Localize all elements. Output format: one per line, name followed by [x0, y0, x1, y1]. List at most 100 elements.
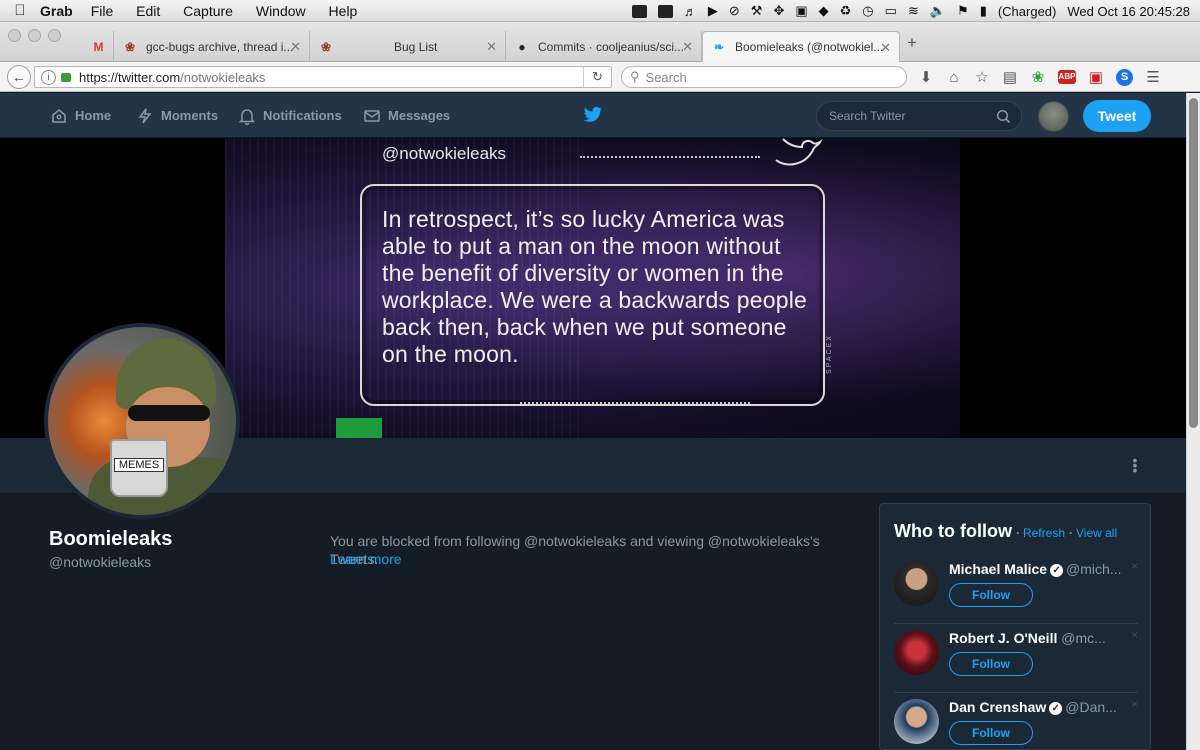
- twitter-nav: Home Moments Notifications Messages Sear…: [0, 93, 1186, 138]
- extension-badge-icon[interactable]: ▣: [1088, 68, 1104, 86]
- tab-gmail[interactable]: M: [84, 31, 114, 62]
- display-icon[interactable]: ▭: [885, 3, 897, 19]
- user-name: Robert J. O'Neill: [949, 630, 1058, 646]
- adblock-icon[interactable]: ABP: [1058, 70, 1076, 84]
- blocked-message: You are blocked from following @notwokie…: [330, 533, 820, 567]
- user-name-line[interactable]: Dan Crenshaw ✓ @Dan...: [949, 699, 1117, 715]
- search-icon[interactable]: [996, 109, 1011, 124]
- terminal-icon[interactable]: [631, 4, 647, 18]
- profile-main: Boomieleaks @notwokieleaks You are block…: [0, 494, 1186, 750]
- follow-button[interactable]: Follow: [949, 652, 1033, 676]
- profile-handle[interactable]: @notwokieleaks: [49, 554, 151, 570]
- dismiss-icon[interactable]: ×: [1131, 628, 1138, 642]
- flag-icon[interactable]: ⚑: [957, 3, 969, 19]
- hamburger-menu-icon[interactable]: ☰: [1145, 68, 1161, 86]
- lightning-icon: [138, 108, 152, 123]
- refresh-link[interactable]: Refresh: [1023, 526, 1065, 540]
- bookmark-star-icon[interactable]: ☆: [974, 68, 990, 86]
- close-tab-icon[interactable]: ✕: [682, 39, 693, 55]
- apple-icon[interactable]: : [0, 2, 40, 19]
- app-menu-grab[interactable]: Grab: [40, 3, 73, 19]
- separator: ·: [1069, 526, 1073, 540]
- wifi-icon[interactable]: ≋: [908, 3, 919, 19]
- zoom-window-button[interactable]: [48, 29, 61, 42]
- block-icon[interactable]: ⊘: [729, 3, 740, 19]
- suggested-user: Michael Malice ✓ @mich... × Follow: [894, 556, 1138, 624]
- new-tab-button[interactable]: +: [907, 33, 917, 53]
- nav-moments[interactable]: Moments: [136, 93, 218, 138]
- nav-messages[interactable]: Messages: [363, 93, 450, 138]
- banner-dots-bottom: [520, 402, 750, 404]
- more-options-icon[interactable]: • • •: [1130, 453, 1140, 477]
- user-avatar[interactable]: [894, 699, 939, 744]
- window-controls: [8, 29, 61, 42]
- learn-more-link[interactable]: Learn more: [330, 551, 402, 567]
- tab-bug-list[interactable]: ❀ Bug List ✕: [310, 31, 506, 62]
- banner-handle: @notwokieleaks: [382, 144, 507, 163]
- twitter-bird-outline-icon: [775, 138, 823, 166]
- close-window-button[interactable]: [8, 29, 21, 42]
- banner-dots-top: [580, 156, 760, 170]
- s-extension-icon[interactable]: S: [1116, 68, 1133, 86]
- tab-title: Boomieleaks (@notwokiel...: [735, 40, 884, 54]
- follow-button[interactable]: Follow: [949, 583, 1033, 607]
- puzzle-icon[interactable]: ❀: [1030, 68, 1046, 86]
- scrollbar-thumb[interactable]: [1189, 98, 1198, 428]
- reload-icon[interactable]: ↻: [583, 67, 611, 87]
- reader-icon[interactable]: ▤: [1002, 68, 1018, 86]
- close-tab-icon[interactable]: ✕: [486, 39, 497, 55]
- nav-home[interactable]: Home: [50, 93, 111, 138]
- twitter-search-placeholder: Search Twitter: [829, 109, 906, 123]
- menu-window[interactable]: Window: [256, 3, 306, 19]
- move-icon[interactable]: ✥: [773, 3, 784, 19]
- tab-twitter-active[interactable]: ❧ Boomieleaks (@notwokiel... ✕: [702, 31, 900, 62]
- lock-icon[interactable]: ▣: [795, 3, 807, 19]
- sync-icon[interactable]: ♻: [840, 3, 852, 19]
- dismiss-icon[interactable]: ×: [1131, 559, 1138, 573]
- menu-help[interactable]: Help: [329, 3, 358, 19]
- who-to-follow-title: Who to follow: [894, 521, 1012, 541]
- home-icon: [52, 108, 66, 123]
- banner-quote: In retrospect, it’s so lucky America was…: [382, 206, 808, 367]
- volume-icon[interactable]: 🔈: [930, 3, 946, 19]
- profile-name[interactable]: Boomieleaks: [49, 528, 172, 551]
- menu-items: File Edit Capture Window Help: [91, 3, 377, 19]
- close-tab-icon[interactable]: ✕: [880, 40, 891, 56]
- battery-icon[interactable]: ▮: [980, 3, 987, 19]
- back-arrow-icon[interactable]: ←: [7, 65, 31, 89]
- user-avatar[interactable]: [1038, 101, 1069, 132]
- follow-button[interactable]: Follow: [949, 721, 1033, 745]
- home-icon[interactable]: ⌂: [946, 69, 962, 86]
- twitter-logo-icon[interactable]: [583, 106, 603, 124]
- tweet-button[interactable]: Tweet: [1083, 100, 1151, 132]
- menu-edit[interactable]: Edit: [136, 3, 160, 19]
- tab-github-commits[interactable]: ● Commits · cooljeanius/sci... ✕: [506, 31, 702, 62]
- url-bar[interactable]: i https://twitter.com/notwokieleaks ↻: [34, 66, 612, 88]
- menu-file[interactable]: File: [91, 3, 114, 19]
- headphones-icon[interactable]: ♬: [684, 4, 697, 19]
- menu-capture[interactable]: Capture: [183, 3, 233, 19]
- view-all-link[interactable]: View all: [1076, 526, 1117, 540]
- profile-avatar[interactable]: MEMES: [44, 323, 240, 519]
- minimize-window-button[interactable]: [28, 29, 41, 42]
- wrench-icon[interactable]: ⚒: [751, 3, 763, 19]
- folder-icon[interactable]: [657, 4, 673, 18]
- close-tab-icon[interactable]: ✕: [290, 39, 301, 55]
- info-icon[interactable]: i: [41, 69, 56, 85]
- tab-gcc-bugs[interactable]: ❀ gcc-bugs archive, thread i... ✕: [114, 31, 310, 62]
- search-icon: ⚲: [630, 69, 640, 84]
- time-machine-icon[interactable]: ◷: [862, 3, 873, 19]
- clock[interactable]: Wed Oct 16 20:45:28: [1067, 4, 1190, 19]
- twitter-search-input[interactable]: Search Twitter: [816, 101, 1022, 131]
- dismiss-icon[interactable]: ×: [1131, 697, 1138, 711]
- download-icon[interactable]: ⬇: [918, 68, 934, 86]
- nav-notifications[interactable]: Notifications: [238, 93, 342, 138]
- page-scrollbar[interactable]: [1186, 93, 1200, 750]
- play-icon[interactable]: ▶: [708, 3, 718, 19]
- browser-search-input[interactable]: ⚲ Search: [621, 66, 907, 88]
- dropbox-icon[interactable]: ◆: [819, 3, 829, 19]
- user-name-line[interactable]: Robert J. O'Neill @mc...: [949, 630, 1106, 646]
- user-avatar[interactable]: [894, 630, 939, 675]
- user-name-line[interactable]: Michael Malice ✓ @mich...: [949, 561, 1122, 577]
- user-avatar[interactable]: [894, 561, 939, 606]
